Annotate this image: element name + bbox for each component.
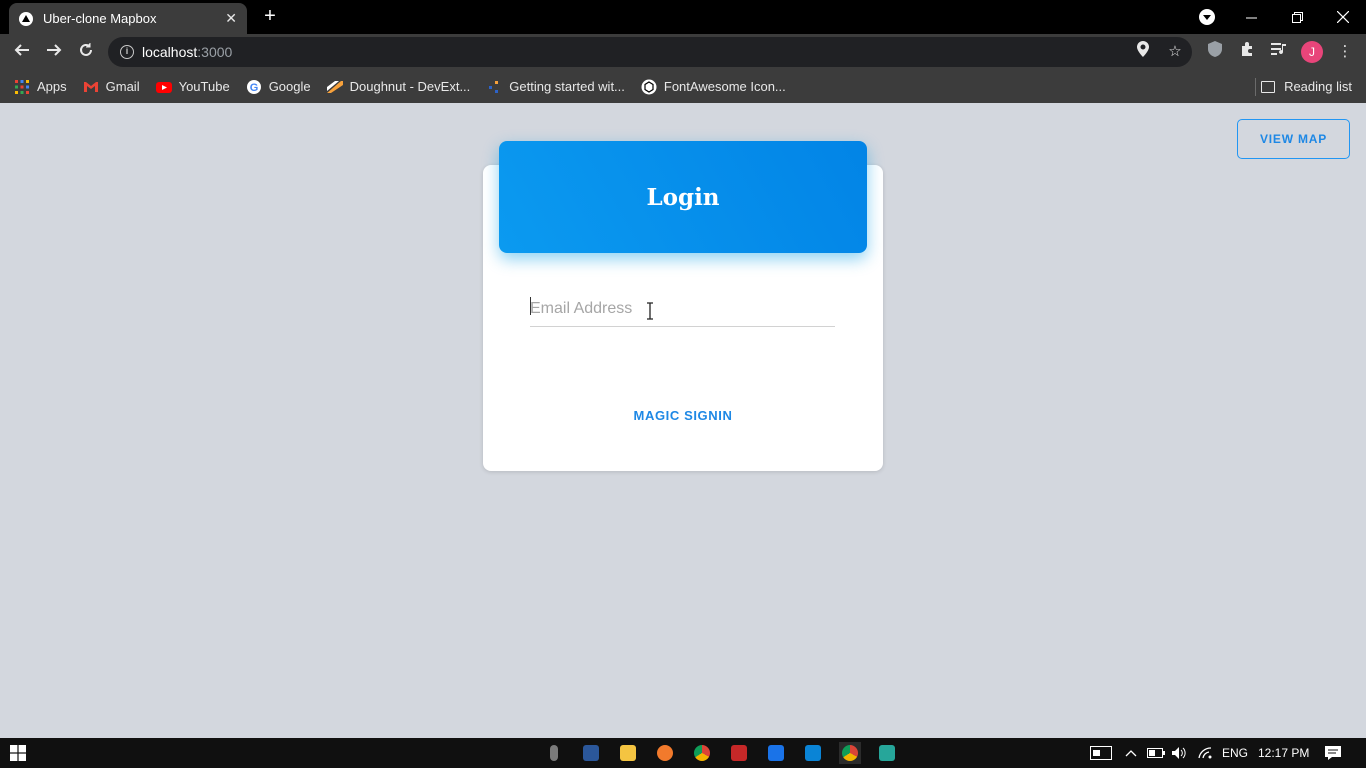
view-map-button[interactable]: VIEW MAP [1237,119,1350,159]
codepen-icon [641,79,657,94]
bookmark-label: Apps [37,79,67,94]
shield-extension-icon[interactable] [1204,41,1226,63]
new-tab-button[interactable]: + [259,5,281,27]
windows-taskbar: ENG 12:17 PM [0,738,1366,768]
back-button[interactable] [9,39,35,65]
email-input[interactable] [530,291,835,327]
bookmark-label: Google [268,79,311,94]
taskbar-app-chrome[interactable] [691,742,713,764]
bookmark-youtube[interactable]: YouTube [155,79,230,95]
site-info-icon[interactable]: i [120,45,134,59]
google-icon: G [246,79,261,94]
tray-keyboard-icon[interactable] [1090,738,1112,768]
login-card-header: Login [499,141,867,253]
bookmark-label: Gmail [105,79,140,94]
reading-list-button[interactable]: Reading list [1261,70,1352,103]
arrow-left-icon [14,44,29,56]
vercel-triangle-icon [19,11,33,26]
bookmark-label: YouTube [178,79,230,94]
bookmark-label: Doughnut - DevExt... [349,79,471,94]
tray-battery-icon[interactable] [1147,738,1165,768]
word-icon [583,745,599,761]
bookmark-label: FontAwesome Icon... [663,79,786,94]
url-port: :3000 [197,44,233,60]
tray-clock[interactable]: 12:17 PM [1258,738,1309,768]
media-control-icon[interactable] [1268,41,1290,63]
devextreme-icon [326,80,343,93]
taskbar-app-red[interactable] [728,742,750,764]
gmail-icon [83,81,98,92]
bookmarks-divider [1255,78,1256,96]
magic-signin-button[interactable]: MAGIC SIGNIN [603,400,763,430]
reading-list-label: Reading list [1284,79,1352,94]
folder-icon [620,745,636,761]
bookmark-getting-started[interactable]: Getting started wit... [486,79,625,95]
taskbar-app-vscode[interactable] [802,742,824,764]
url-host: localhost [142,44,198,60]
bookmark-gmail[interactable]: Gmail [83,79,140,95]
browser-titlebar: Uber-clone Mapbox ✕ + [0,0,1366,34]
tab-close-icon[interactable]: ✕ [225,10,237,27]
tray-volume-icon[interactable] [1171,738,1187,768]
tab-title: Uber-clone Mapbox [43,11,157,26]
ibeam-cursor-icon [647,302,653,320]
vscode-icon [805,745,821,761]
taskbar-app-teal[interactable] [876,742,898,764]
bookmark-doughnut-devext[interactable]: Doughnut - DevExt... [326,79,471,95]
restore-button[interactable] [1274,0,1320,34]
forward-button[interactable] [41,39,67,65]
tray-show-hidden-icon[interactable] [1125,738,1137,768]
chrome-icon [842,745,858,761]
address-bar[interactable]: i localhost :3000 ☆ [108,37,1192,67]
reload-icon [80,43,92,56]
taskbar-app-orange[interactable] [654,742,676,764]
arrow-right-icon [47,44,62,56]
apps-grid-icon [15,79,29,94]
text-caret [530,297,531,315]
taskbar-app-microphone[interactable] [543,742,565,764]
taskbar-app-word[interactable] [580,742,602,764]
extensions-puzzle-icon[interactable] [1236,41,1258,63]
close-window-button[interactable] [1320,0,1366,34]
location-pin-icon[interactable] [1132,41,1154,63]
tray-notifications-icon[interactable] [1324,738,1342,768]
app-red-icon [731,745,747,761]
taskbar-app-remote[interactable] [765,742,787,764]
chrome-icon [694,745,710,761]
windows-start-icon[interactable] [10,745,26,761]
remote-desktop-icon [768,745,784,761]
bookmarks-bar: Apps Gmail YouTube G Google Doughnut - D… [0,70,1366,103]
bookmark-apps[interactable]: Apps [14,79,67,95]
microphone-icon [550,745,558,761]
tray-wifi-icon[interactable] [1197,738,1213,768]
login-title: Login [646,183,720,211]
bookmark-fontawesome[interactable]: FontAwesome Icon... [641,79,786,95]
reading-list-icon [1261,80,1276,93]
browser-toolbar: i localhost :3000 ☆ J ⋮ [0,34,1366,70]
youtube-icon [155,81,172,93]
tab-search-icon[interactable] [1199,9,1215,25]
browser-tab-active[interactable]: Uber-clone Mapbox ✕ [9,3,247,34]
app-teal-icon [879,745,895,761]
bookmark-label: Getting started wit... [509,79,625,94]
bootstrap-icon [489,80,499,93]
reload-button[interactable] [73,39,99,65]
app-orange-icon [657,745,673,761]
taskbar-app-explorer[interactable] [617,742,639,764]
profile-avatar[interactable]: J [1301,41,1323,63]
minimize-button[interactable] [1228,0,1274,34]
bookmark-star-icon[interactable]: ☆ [1164,41,1186,63]
more-menu-icon[interactable]: ⋮ [1334,41,1356,63]
taskbar-app-chrome-active[interactable] [839,742,861,764]
svg-text:G: G [249,82,258,94]
tray-language[interactable]: ENG [1222,738,1248,768]
bookmark-google[interactable]: G Google [246,79,311,95]
